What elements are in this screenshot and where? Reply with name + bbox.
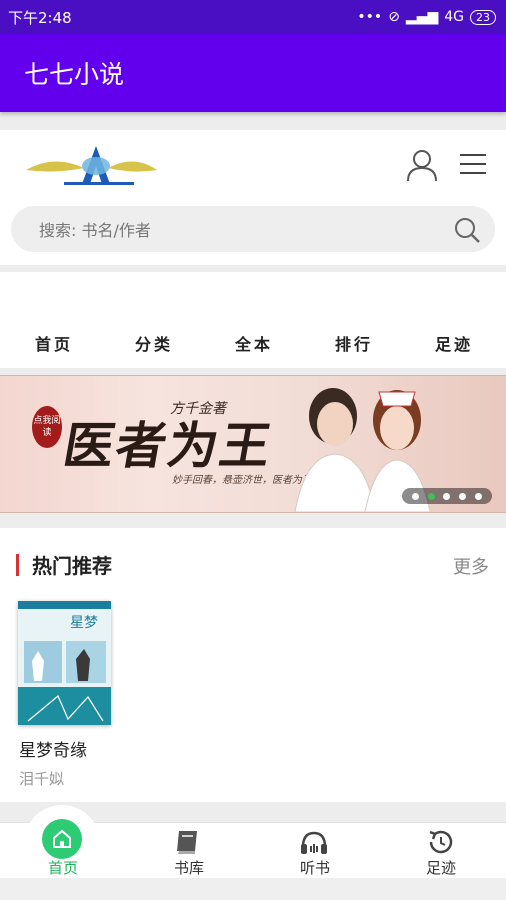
bottom-tab-bar: 首页 书库 听书 足迹 (0, 805, 506, 879)
site-logo[interactable] (24, 144, 159, 186)
headphones-icon (301, 831, 327, 854)
tab-history[interactable]: 足迹 (378, 823, 504, 879)
more-link[interactable]: 更多 (453, 553, 489, 579)
read-badge: 点我阅读 (32, 406, 62, 448)
main-nav: 首页 分类 全本 排行 足迹 (0, 272, 506, 368)
tab-label: 听书 (299, 859, 330, 877)
history-icon (429, 830, 453, 854)
status-bar: 下午2:48 ••• ⊘ ▂▄▆ 4G 23 (0, 0, 506, 34)
alarm-off-icon: ⊘ (388, 9, 400, 25)
home-icon (42, 819, 82, 859)
nav-item-ranking[interactable]: 排行 (314, 331, 394, 355)
banner-title: 医者为王 (59, 416, 278, 475)
nav-item-history[interactable]: 足迹 (414, 331, 494, 355)
section-title: 热门推荐 (32, 554, 112, 578)
section-accent-bar (16, 554, 19, 576)
search-input[interactable]: 搜索: 书名/作者 (11, 206, 495, 252)
carousel-dot[interactable] (412, 492, 420, 500)
app-title: 七七小说 (24, 60, 125, 89)
user-icon[interactable] (405, 148, 439, 182)
more-dots-icon: ••• (357, 9, 383, 25)
nav-item-category[interactable]: 分类 (114, 331, 194, 355)
book-title[interactable]: 星梦奇缘 (19, 736, 87, 761)
status-time: 下午2:48 (8, 8, 72, 27)
tab-label: 书库 (173, 859, 204, 877)
carousel-dot-active[interactable] (427, 492, 435, 500)
tab-label: 足迹 (425, 859, 456, 877)
tab-audiobook[interactable]: 听书 (252, 823, 378, 879)
search-icon[interactable] (453, 216, 481, 244)
book-author: 泪千姒 (19, 770, 65, 788)
status-icons: ••• ⊘ ▂▄▆ 4G 23 (357, 9, 496, 25)
carousel-dot[interactable] (474, 492, 482, 500)
banner-carousel[interactable]: 点我阅读 方千金著 医者为王 妙手回春，悬壶济世，医者为王 (0, 375, 506, 513)
signal-icon: ▂▄▆ (405, 9, 439, 25)
nav-item-home[interactable]: 首页 (14, 331, 94, 355)
carousel-indicator (402, 488, 492, 504)
nav-item-complete[interactable]: 全本 (214, 331, 294, 355)
tab-library[interactable]: 书库 (126, 823, 252, 879)
system-nav-strip (0, 878, 506, 900)
app-bar: 七七小说 (0, 34, 506, 112)
battery-icon: 23 (470, 9, 496, 25)
svg-text:星梦: 星梦 (70, 615, 98, 631)
tab-home[interactable]: 首页 (0, 805, 126, 879)
book-cover[interactable]: 星梦 (18, 601, 111, 725)
network-label: 4G (444, 9, 464, 25)
carousel-dot[interactable] (459, 492, 467, 500)
book-icon (177, 831, 197, 854)
menu-icon[interactable] (458, 152, 488, 176)
hot-section: 热门推荐 更多 星梦 星梦奇缘 泪千姒 (0, 528, 506, 802)
site-header: 搜索: 书名/作者 (0, 130, 506, 265)
carousel-dot[interactable] (443, 492, 451, 500)
tab-label: 首页 (47, 859, 78, 877)
search-placeholder: 搜索: 书名/作者 (39, 221, 151, 240)
